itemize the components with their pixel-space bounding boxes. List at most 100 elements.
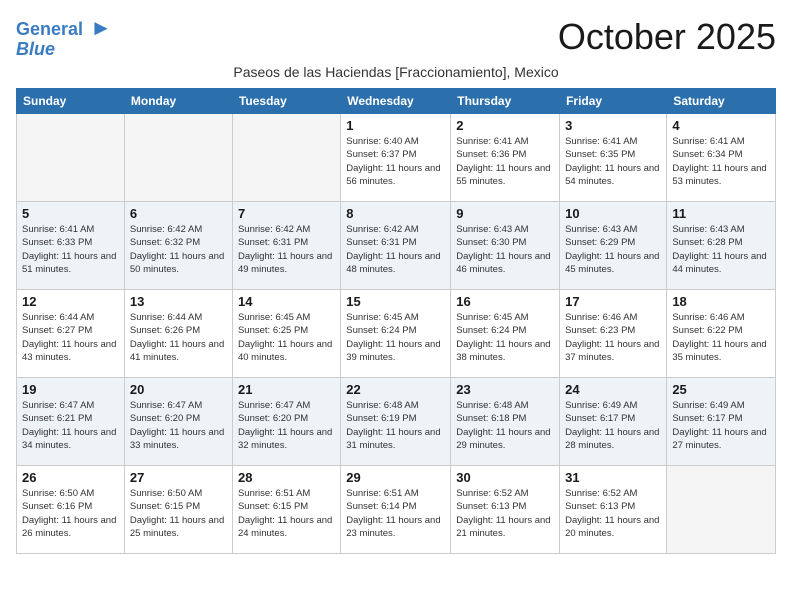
day-number: 28 (238, 470, 335, 485)
calendar-cell: 14Sunrise: 6:45 AMSunset: 6:25 PMDayligh… (232, 289, 340, 377)
day-number: 3 (565, 118, 661, 133)
calendar-cell: 13 Sunrise: 6:44 AMSunset: 6:26 PMDayligh… (124, 289, 232, 377)
day-number: 9 (456, 206, 554, 221)
day-info: Sunrise: 6:43 AMSunset: 6:30 PMDaylight:… (456, 223, 554, 276)
day-info: Sunrise: 6:51 AMSunset: 6:14 PMDaylight:… (346, 487, 445, 540)
calendar-cell: 3Sunrise: 6:41 AMSunset: 6:35 PMDaylight… (560, 113, 667, 201)
day-number: 27 (130, 470, 227, 485)
day-number: 31 (565, 470, 661, 485)
day-info: Sunrise: 6:52 AMSunset: 6:13 PMDaylight:… (456, 487, 554, 540)
day-number: 24 (565, 382, 661, 397)
calendar-cell: 16Sunrise: 6:45 AMSunset: 6:24 PMDayligh… (451, 289, 560, 377)
calendar-cell: 30Sunrise: 6:52 AMSunset: 6:13 PMDayligh… (451, 465, 560, 553)
month-title: October 2025 (558, 16, 776, 58)
calendar-cell: 2Sunrise: 6:41 AMSunset: 6:36 PMDaylight… (451, 113, 560, 201)
day-info: Sunrise: 6:41 AMSunset: 6:34 PMDaylight:… (672, 135, 770, 188)
day-info: Sunrise: 6:44 AMSunset: 6:26 PMDaylight:… (130, 311, 227, 364)
day-info: Sunrise: 6:49 AMSunset: 6:17 PMDaylight:… (672, 399, 770, 452)
calendar-table: SundayMondayTuesdayWednesdayThursdayFrid… (16, 88, 776, 554)
day-number: 20 (130, 382, 227, 397)
calendar-cell: 11Sunrise: 6:43 AMSunset: 6:28 PMDayligh… (667, 201, 776, 289)
day-info: Sunrise: 6:47 AMSunset: 6:21 PMDaylight:… (22, 399, 119, 452)
day-number: 4 (672, 118, 770, 133)
day-number: 21 (238, 382, 335, 397)
weekday-header: Thursday (451, 88, 560, 113)
day-info: Sunrise: 6:50 AMSunset: 6:16 PMDaylight:… (22, 487, 119, 540)
logo-text: General ► (16, 16, 112, 40)
calendar-cell: 4 Sunrise: 6:41 AMSunset: 6:34 PMDaylight… (667, 113, 776, 201)
day-number: 8 (346, 206, 445, 221)
calendar-cell: 12 Sunrise: 6:44 AMSunset: 6:27 PMDayligh… (17, 289, 125, 377)
day-info: Sunrise: 6:46 AMSunset: 6:23 PMDaylight:… (565, 311, 661, 364)
calendar-cell: 9 Sunrise: 6:43 AMSunset: 6:30 PMDaylight… (451, 201, 560, 289)
day-info: Sunrise: 6:50 AMSunset: 6:15 PMDaylight:… (130, 487, 227, 540)
calendar-cell: 24 Sunrise: 6:49 AMSunset: 6:17 PMDayligh… (560, 377, 667, 465)
page-subtitle: Paseos de las Haciendas [Fraccionamiento… (16, 64, 776, 80)
day-info: Sunrise: 6:47 AMSunset: 6:20 PMDaylight:… (130, 399, 227, 452)
calendar-header: SundayMondayTuesdayWednesdayThursdayFrid… (17, 88, 776, 113)
day-info: Sunrise: 6:46 AMSunset: 6:22 PMDaylight:… (672, 311, 770, 364)
weekday-header: Monday (124, 88, 232, 113)
calendar-cell: 10Sunrise: 6:43 AMSunset: 6:29 PMDayligh… (560, 201, 667, 289)
calendar-cell: 25 Sunrise: 6:49 AMSunset: 6:17 PMDayligh… (667, 377, 776, 465)
day-info: Sunrise: 6:42 AMSunset: 6:32 PMDaylight:… (130, 223, 227, 276)
calendar-cell: 29Sunrise: 6:51 AMSunset: 6:14 PMDayligh… (341, 465, 451, 553)
calendar-cell: 8 Sunrise: 6:42 AMSunset: 6:31 PMDaylight… (341, 201, 451, 289)
day-number: 16 (456, 294, 554, 309)
calendar-cell (232, 113, 340, 201)
logo-general: General (16, 19, 83, 39)
page-header: General ► Blue October 2025 (16, 16, 776, 60)
logo: General ► Blue (16, 16, 112, 60)
day-number: 5 (22, 206, 119, 221)
day-number: 6 (130, 206, 227, 221)
calendar-cell: 21 Sunrise: 6:47 AMSunset: 6:20 PMDayligh… (232, 377, 340, 465)
calendar-cell (17, 113, 125, 201)
day-info: Sunrise: 6:42 AMSunset: 6:31 PMDaylight:… (238, 223, 335, 276)
day-number: 12 (22, 294, 119, 309)
day-number: 1 (346, 118, 445, 133)
calendar-cell: 15 Sunrise: 6:45 AMSunset: 6:24 PMDayligh… (341, 289, 451, 377)
day-info: Sunrise: 6:41 AMSunset: 6:36 PMDaylight:… (456, 135, 554, 188)
calendar-cell: 27 Sunrise: 6:50 AMSunset: 6:15 PMDayligh… (124, 465, 232, 553)
calendar-week-row: 1 Sunrise: 6:40 AMSunset: 6:37 PMDaylight… (17, 113, 776, 201)
calendar-body: 1 Sunrise: 6:40 AMSunset: 6:37 PMDaylight… (17, 113, 776, 553)
day-number: 25 (672, 382, 770, 397)
day-info: Sunrise: 6:49 AMSunset: 6:17 PMDaylight:… (565, 399, 661, 452)
weekday-header-row: SundayMondayTuesdayWednesdayThursdayFrid… (17, 88, 776, 113)
calendar-cell (124, 113, 232, 201)
calendar-cell: 26 Sunrise: 6:50 AMSunset: 6:16 PMDayligh… (17, 465, 125, 553)
day-number: 11 (672, 206, 770, 221)
logo-arrow-icon: ► (90, 15, 112, 40)
day-info: Sunrise: 6:44 AMSunset: 6:27 PMDaylight:… (22, 311, 119, 364)
day-info: Sunrise: 6:47 AMSunset: 6:20 PMDaylight:… (238, 399, 335, 452)
calendar-cell: 22 Sunrise: 6:48 AMSunset: 6:19 PMDayligh… (341, 377, 451, 465)
day-number: 14 (238, 294, 335, 309)
calendar-week-row: 26 Sunrise: 6:50 AMSunset: 6:16 PMDayligh… (17, 465, 776, 553)
calendar-cell: 5 Sunrise: 6:41 AMSunset: 6:33 PMDaylight… (17, 201, 125, 289)
day-info: Sunrise: 6:52 AMSunset: 6:13 PMDaylight:… (565, 487, 661, 540)
calendar-cell: 28Sunrise: 6:51 AMSunset: 6:15 PMDayligh… (232, 465, 340, 553)
calendar-cell: 19Sunrise: 6:47 AMSunset: 6:21 PMDayligh… (17, 377, 125, 465)
calendar-cell: 6 Sunrise: 6:42 AMSunset: 6:32 PMDaylight… (124, 201, 232, 289)
day-number: 26 (22, 470, 119, 485)
day-number: 22 (346, 382, 445, 397)
day-info: Sunrise: 6:48 AMSunset: 6:18 PMDaylight:… (456, 399, 554, 452)
day-number: 18 (672, 294, 770, 309)
day-info: Sunrise: 6:40 AMSunset: 6:37 PMDaylight:… (346, 135, 445, 188)
day-number: 15 (346, 294, 445, 309)
calendar-cell: 31 Sunrise: 6:52 AMSunset: 6:13 PMDayligh… (560, 465, 667, 553)
day-info: Sunrise: 6:45 AMSunset: 6:24 PMDaylight:… (346, 311, 445, 364)
calendar-cell: 1 Sunrise: 6:40 AMSunset: 6:37 PMDaylight… (341, 113, 451, 201)
weekday-header: Sunday (17, 88, 125, 113)
day-number: 13 (130, 294, 227, 309)
day-info: Sunrise: 6:41 AMSunset: 6:33 PMDaylight:… (22, 223, 119, 276)
weekday-header: Friday (560, 88, 667, 113)
logo-blue: Blue (16, 40, 55, 60)
calendar-week-row: 12 Sunrise: 6:44 AMSunset: 6:27 PMDayligh… (17, 289, 776, 377)
calendar-cell (667, 465, 776, 553)
calendar-cell: 7Sunrise: 6:42 AMSunset: 6:31 PMDaylight… (232, 201, 340, 289)
day-number: 17 (565, 294, 661, 309)
day-info: Sunrise: 6:48 AMSunset: 6:19 PMDaylight:… (346, 399, 445, 452)
day-info: Sunrise: 6:42 AMSunset: 6:31 PMDaylight:… (346, 223, 445, 276)
calendar-cell: 20 Sunrise: 6:47 AMSunset: 6:20 PMDayligh… (124, 377, 232, 465)
